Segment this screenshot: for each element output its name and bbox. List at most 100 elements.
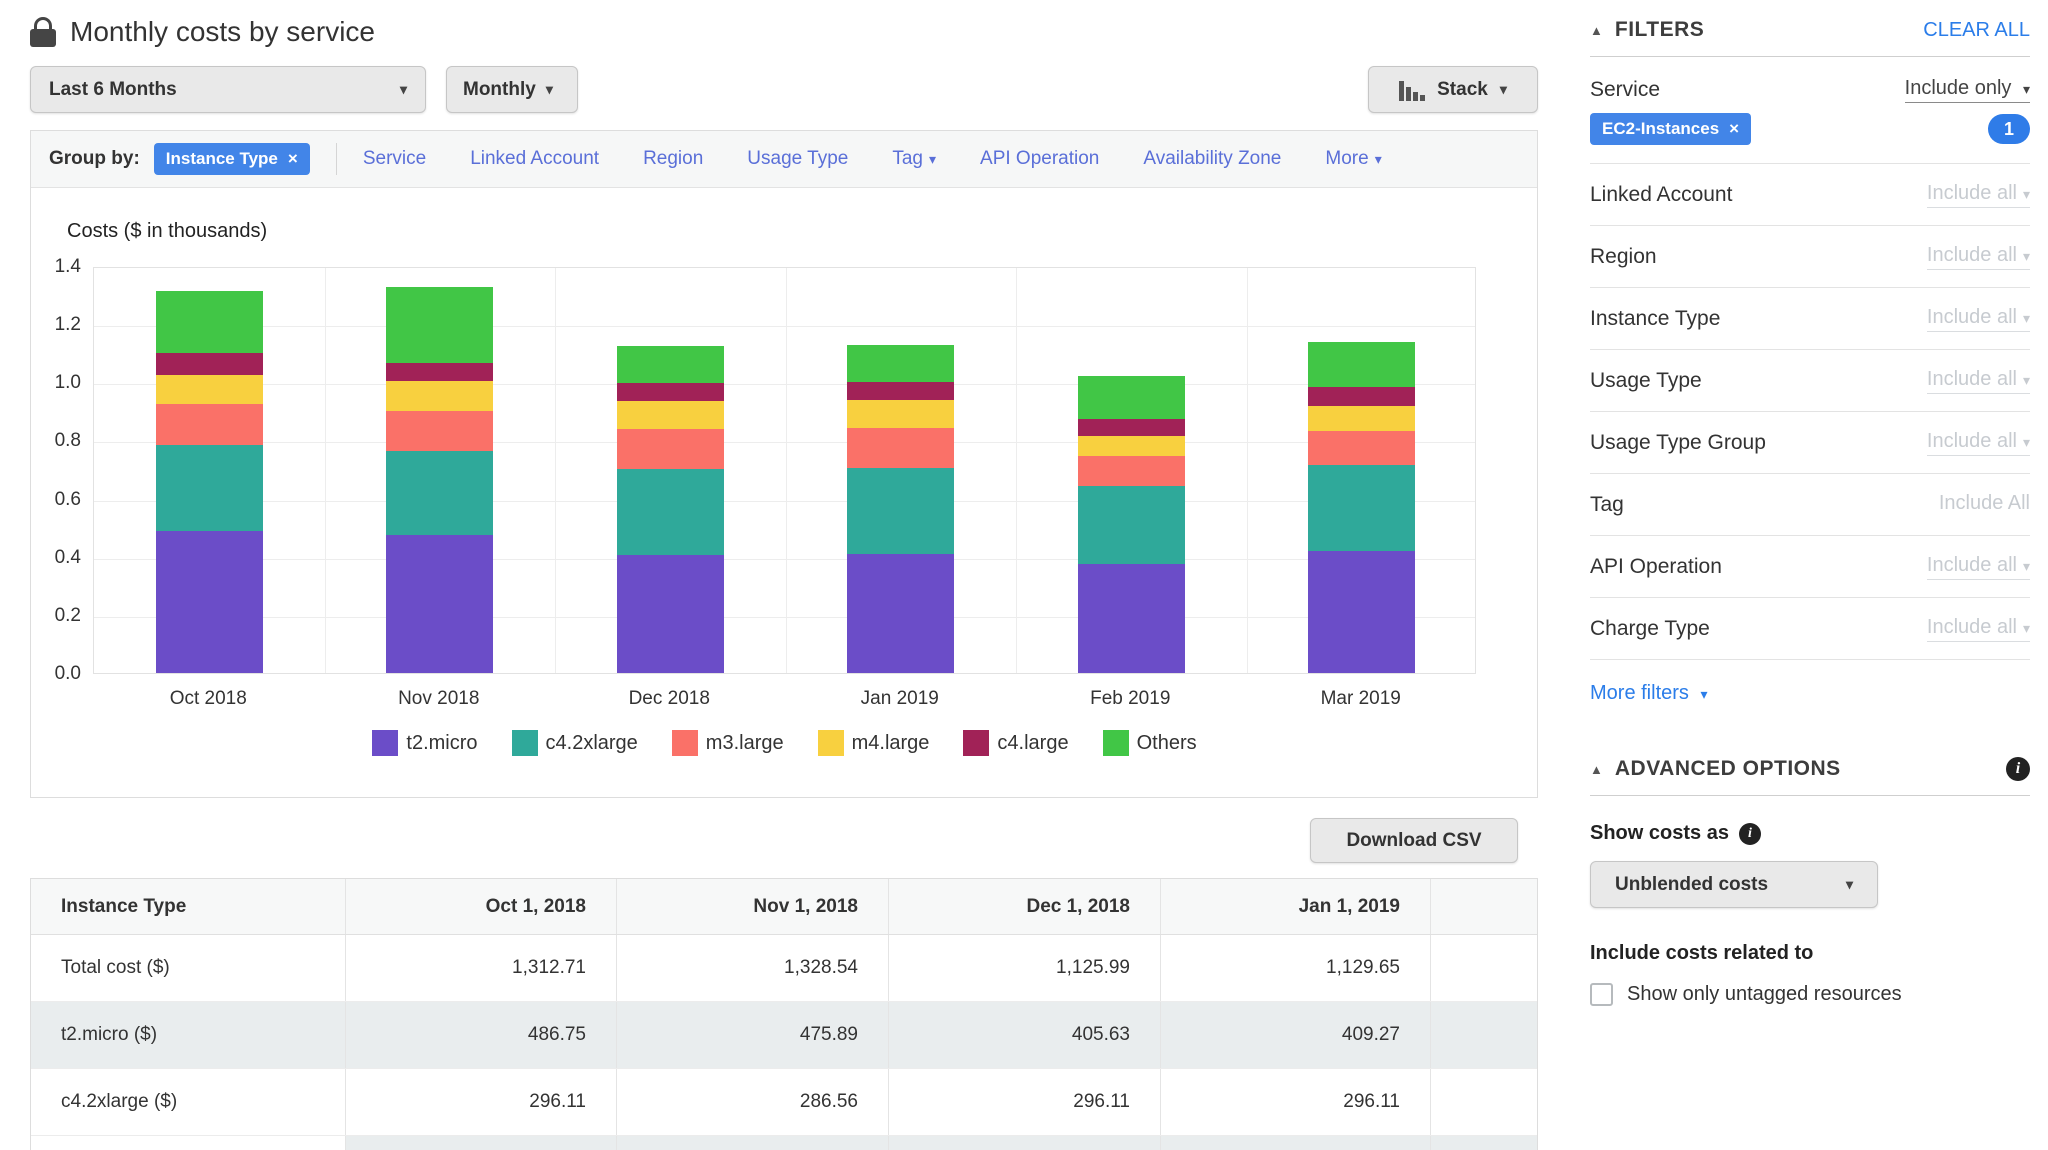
- filter-value-dropdown[interactable]: Include all ▾: [1926, 244, 2030, 270]
- legend-swatch: [963, 730, 990, 756]
- y-tick-label: 0.4: [54, 546, 81, 568]
- service-mode-dropdown[interactable]: Include only ▾: [1904, 77, 2030, 103]
- bar-segment-Others-Oct-2018[interactable]: [155, 291, 263, 354]
- filter-row-linked-account: Linked Account Include all ▾: [1590, 164, 2030, 226]
- bar-segment-Others-Feb-2019[interactable]: [1077, 376, 1185, 419]
- bar-segment-c4.2xlarge-Feb-2019[interactable]: [1077, 485, 1185, 564]
- chevron-down-icon: ▾: [2022, 371, 2030, 388]
- untagged-checkbox[interactable]: [1590, 983, 1613, 1006]
- bar-segment-c4.large-Nov-2018[interactable]: [386, 362, 494, 382]
- bar-segment-t2.micro-Oct-2018[interactable]: [155, 531, 263, 673]
- filter-value-dropdown[interactable]: Include all ▾: [1926, 182, 2030, 208]
- legend-item-Others[interactable]: Others: [1102, 730, 1197, 756]
- bar-segment-m3.large-Nov-2018[interactable]: [386, 410, 494, 452]
- bar-segment-m3.large-Dec-2018[interactable]: [616, 428, 724, 469]
- bar-segment-t2.micro-Jan-2019[interactable]: [847, 554, 955, 673]
- download-csv-button[interactable]: Download CSV: [1310, 818, 1518, 863]
- group-by-link-region[interactable]: Region: [643, 148, 703, 170]
- bar-segment-c4.large-Jan-2019[interactable]: [847, 382, 955, 401]
- collapse-icon[interactable]: ▲: [1590, 762, 1603, 777]
- group-by-link-api-operation[interactable]: API Operation: [980, 148, 1099, 170]
- bar-segment-c4.2xlarge-Dec-2018[interactable]: [616, 468, 724, 555]
- table-cell: 296.11: [346, 1069, 617, 1135]
- group-by-active-pill[interactable]: Instance Type ×: [153, 143, 310, 175]
- table-header-cell: Nov 1, 2018: [617, 879, 889, 934]
- filter-value-dropdown[interactable]: Include all ▾: [1926, 306, 2030, 332]
- filter-value-dropdown[interactable]: Include all ▾: [1926, 616, 2030, 642]
- chart-panel: Group by: Instance Type × Service Linked …: [30, 130, 1538, 798]
- close-icon[interactable]: ×: [1729, 119, 1739, 139]
- clear-all-link[interactable]: CLEAR ALL: [1923, 19, 2030, 42]
- grid-line: [1016, 268, 1017, 673]
- bar-segment-Others-Mar-2019[interactable]: [1308, 341, 1416, 387]
- bar-segment-Others-Dec-2018[interactable]: [616, 345, 724, 384]
- granularity-dropdown[interactable]: Monthly ▾: [446, 66, 578, 113]
- bar-segment-m3.large-Oct-2018[interactable]: [155, 403, 263, 446]
- bar-segment-m3.large-Mar-2019[interactable]: [1308, 431, 1416, 465]
- legend-item-t2.micro[interactable]: t2.micro: [372, 730, 478, 756]
- group-by-link-usage-type[interactable]: Usage Type: [747, 148, 848, 170]
- filters-sidebar: ▲ FILTERS CLEAR ALL Service Include only…: [1590, 0, 2030, 1006]
- bar-segment-m4.large-Jan-2019[interactable]: [847, 400, 955, 428]
- bar-segment-m4.large-Oct-2018[interactable]: [155, 374, 263, 404]
- group-by-link-more[interactable]: More ▾: [1325, 148, 1381, 170]
- group-by-link-service[interactable]: Service: [363, 148, 426, 170]
- bar-segment-c4.large-Dec-2018[interactable]: [616, 383, 724, 402]
- time-range-dropdown[interactable]: Last 6 Months ▾: [30, 66, 426, 113]
- chart-style-dropdown[interactable]: Stack ▾: [1368, 66, 1538, 113]
- legend-swatch: [511, 730, 538, 756]
- filter-value-dropdown[interactable]: Include All: [1939, 492, 2030, 517]
- info-icon[interactable]: i: [1738, 822, 1761, 845]
- bar-segment-t2.micro-Feb-2019[interactable]: [1077, 563, 1185, 673]
- legend-item-m4.large[interactable]: m4.large: [817, 730, 929, 756]
- close-icon[interactable]: ×: [288, 149, 298, 169]
- untagged-row: Show only untagged resources: [1590, 983, 2030, 1006]
- table-cell: 1,129.65: [1161, 935, 1431, 1001]
- legend-item-c4.2xlarge[interactable]: c4.2xlarge: [511, 730, 638, 756]
- legend-label: m3.large: [705, 731, 784, 754]
- y-tick-label: 0.6: [54, 488, 81, 510]
- bar-segment-m3.large-Feb-2019[interactable]: [1077, 456, 1185, 486]
- group-by-link-linked-account[interactable]: Linked Account: [470, 148, 599, 170]
- filter-row-api-operation: API Operation Include all ▾: [1590, 536, 2030, 598]
- table-cell: 1,328.54: [617, 935, 889, 1001]
- bar-segment-m4.large-Mar-2019[interactable]: [1308, 405, 1416, 432]
- bar-segment-c4.large-Feb-2019[interactable]: [1077, 418, 1185, 437]
- bar-segment-t2.micro-Mar-2019[interactable]: [1308, 550, 1416, 673]
- filter-row-usage-type-group: Usage Type Group Include all ▾: [1590, 412, 2030, 474]
- bar-segment-c4.2xlarge-Mar-2019[interactable]: [1308, 464, 1416, 551]
- filter-value-dropdown[interactable]: Include all ▾: [1926, 554, 2030, 580]
- bar-segment-t2.micro-Dec-2018[interactable]: [616, 554, 724, 673]
- bar-segment-m4.large-Dec-2018[interactable]: [616, 401, 724, 429]
- group-by-link-tag[interactable]: Tag ▾: [892, 148, 936, 170]
- divider: [335, 143, 337, 175]
- bar-segment-c4.large-Oct-2018[interactable]: [155, 353, 263, 375]
- bar-segment-m3.large-Jan-2019[interactable]: [847, 427, 955, 469]
- filter-count-badge: 1: [1988, 114, 2030, 144]
- bar-segment-m4.large-Nov-2018[interactable]: [386, 381, 494, 411]
- info-icon[interactable]: i: [2006, 757, 2030, 781]
- bar-segment-c4.2xlarge-Nov-2018[interactable]: [386, 451, 494, 535]
- y-tick-label: 1.0: [54, 372, 81, 394]
- grid-line: [555, 268, 556, 673]
- filter-value-dropdown[interactable]: Include all ▾: [1926, 368, 2030, 394]
- bar-segment-Others-Jan-2019[interactable]: [847, 344, 955, 383]
- report-header: Monthly costs by service: [30, 16, 375, 48]
- bar-segment-c4.2xlarge-Jan-2019[interactable]: [847, 468, 955, 555]
- bar-segment-Others-Nov-2018[interactable]: [386, 286, 494, 363]
- legend-item-c4.large[interactable]: c4.large: [963, 730, 1069, 756]
- legend-item-m3.large[interactable]: m3.large: [671, 730, 784, 756]
- bar-segment-t2.micro-Nov-2018[interactable]: [386, 534, 494, 673]
- filter-rows: Linked Account Include all ▾ Region Include …: [1590, 164, 2030, 660]
- more-filters-link[interactable]: More filters ▾: [1590, 682, 1708, 704]
- filter-value-dropdown[interactable]: Include all ▾: [1926, 430, 2030, 456]
- bar-segment-c4.large-Mar-2019[interactable]: [1308, 386, 1416, 406]
- group-by-link-availability-zone[interactable]: Availability Zone: [1143, 148, 1281, 170]
- bar-segment-m4.large-Feb-2019[interactable]: [1077, 436, 1185, 457]
- group-by-active-label: Instance Type: [165, 149, 278, 168]
- cost-type-dropdown[interactable]: Unblended costs ▾: [1590, 861, 1878, 908]
- filter-row-tag: Tag Include All: [1590, 474, 2030, 536]
- bar-segment-c4.2xlarge-Oct-2018[interactable]: [155, 445, 263, 532]
- collapse-icon[interactable]: ▲: [1590, 23, 1603, 38]
- service-filter-pill[interactable]: EC2-Instances ×: [1590, 113, 1752, 145]
